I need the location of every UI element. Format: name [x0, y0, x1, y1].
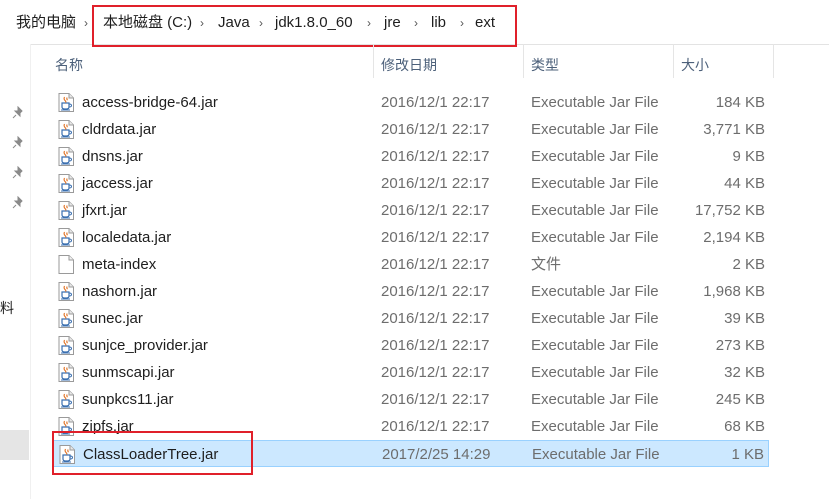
file-name: sunmscapi.jar	[82, 364, 175, 381]
column-separator[interactable]	[673, 44, 674, 78]
jar-icon	[58, 282, 74, 301]
file-size: 17,752 KB	[694, 202, 765, 219]
column-header-size[interactable]: 大小	[681, 52, 709, 78]
file-type: 文件	[531, 256, 562, 273]
file-size: 32 KB	[724, 364, 765, 381]
file-date: 2016/12/1 22:17	[381, 418, 490, 435]
file-type: Executable Jar File	[531, 121, 659, 138]
file-size: 1 KB	[731, 446, 764, 463]
file-row[interactable]: meta-index 2016/12/1 22:17 文件 2 KB	[53, 251, 769, 278]
nav-item-selected[interactable]	[0, 430, 29, 460]
file-date: 2017/2/25 14:29	[382, 446, 491, 463]
file-type: Executable Jar File	[532, 446, 660, 463]
pin-icon[interactable]	[11, 196, 25, 210]
pin-icon[interactable]	[11, 166, 25, 180]
file-date: 2016/12/1 22:17	[381, 202, 490, 219]
file-row[interactable]: sunjce_provider.jar 2016/12/1 22:17 Execut…	[53, 332, 769, 359]
jar-icon	[58, 174, 74, 193]
file-size: 9 KB	[732, 148, 765, 165]
file-type: Executable Jar File	[531, 148, 659, 165]
navigation-pane: 料	[0, 44, 31, 499]
file-date: 2016/12/1 22:17	[381, 283, 490, 300]
address-highlight-box	[92, 5, 517, 47]
file-name: sunjce_provider.jar	[82, 337, 208, 354]
file-name: sunec.jar	[82, 310, 143, 327]
file-name: cldrdata.jar	[82, 121, 157, 138]
file-name: meta-index	[82, 256, 157, 273]
file-size: 68 KB	[724, 418, 765, 435]
file-type: Executable Jar File	[531, 337, 659, 354]
jar-icon	[58, 228, 74, 247]
file-size: 3,771 KB	[703, 121, 765, 138]
file-size: 2,194 KB	[703, 229, 765, 246]
jar-icon	[58, 201, 74, 220]
jar-icon	[58, 309, 74, 328]
jar-icon	[58, 120, 74, 139]
file-date: 2016/12/1 22:17	[381, 391, 490, 408]
jar-icon	[58, 363, 74, 382]
file-row[interactable]: jaccess.jar 2016/12/1 22:17 Executable Jar…	[53, 170, 769, 197]
file-date: 2016/12/1 22:17	[381, 256, 490, 273]
file-row[interactable]: access-bridge-64.jar 2016/12/1 22:17 Execu…	[53, 89, 769, 116]
file-size: 44 KB	[724, 175, 765, 192]
file-type: Executable Jar File	[531, 391, 659, 408]
file-row[interactable]: sunec.jar 2016/12/1 22:17 Executable Jar F…	[53, 305, 769, 332]
pin-icon[interactable]	[11, 106, 25, 120]
file-date: 2016/12/1 22:17	[381, 175, 490, 192]
file-size: 39 KB	[724, 310, 765, 327]
nav-item-label[interactable]: 料	[0, 299, 14, 317]
file-name: access-bridge-64.jar	[82, 94, 218, 111]
file-row[interactable]: cldrdata.jar 2016/12/1 22:17 Executable Ja…	[53, 116, 769, 143]
file-date: 2016/12/1 22:17	[381, 229, 490, 246]
pin-icon[interactable]	[11, 136, 25, 150]
file-date: 2016/12/1 22:17	[381, 94, 490, 111]
column-separator[interactable]	[523, 44, 524, 78]
file-date: 2016/12/1 22:17	[381, 364, 490, 381]
file-row[interactable]: dnsns.jar 2016/12/1 22:17 Executable Jar F…	[53, 143, 769, 170]
chevron-right-icon[interactable]: ›	[84, 13, 88, 33]
file-type: Executable Jar File	[531, 310, 659, 327]
file-row[interactable]: sunpkcs11.jar 2016/12/1 22:17 Executable J…	[53, 386, 769, 413]
file-date: 2016/12/1 22:17	[381, 121, 490, 138]
file-date: 2016/12/1 22:17	[381, 148, 490, 165]
file-type: Executable Jar File	[531, 175, 659, 192]
file-type: Executable Jar File	[531, 364, 659, 381]
file-type: Executable Jar File	[531, 229, 659, 246]
file-row[interactable]: jfxrt.jar 2016/12/1 22:17 Executable Jar F…	[53, 197, 769, 224]
file-type: Executable Jar File	[531, 418, 659, 435]
file-name: jaccess.jar	[82, 175, 153, 192]
file-row[interactable]: sunmscapi.jar 2016/12/1 22:17 Executable J…	[53, 359, 769, 386]
file-size: 245 KB	[715, 391, 765, 408]
file-name: nashorn.jar	[82, 283, 158, 300]
jar-icon	[58, 147, 74, 166]
file-date: 2016/12/1 22:17	[381, 337, 490, 354]
file-type: Executable Jar File	[531, 283, 659, 300]
column-header-date[interactable]: 修改日期	[381, 52, 437, 78]
jar-icon	[58, 93, 74, 112]
file-row[interactable]: localedata.jar 2016/12/1 22:17 Executable …	[53, 224, 769, 251]
column-separator[interactable]	[773, 44, 774, 78]
jar-icon	[58, 336, 74, 355]
file-date: 2016/12/1 22:17	[381, 310, 490, 327]
selected-file-highlight-box	[52, 431, 253, 475]
file-name: localedata.jar	[82, 229, 172, 246]
file-row[interactable]: nashorn.jar 2016/12/1 22:17 Executable Jar…	[53, 278, 769, 305]
column-header-name[interactable]: 名称	[55, 52, 83, 78]
file-name: jfxrt.jar	[82, 202, 127, 219]
file-name: sunpkcs11.jar	[82, 391, 174, 408]
column-separator[interactable]	[373, 44, 374, 78]
breadcrumb-item-my-computer[interactable]: 我的电脑	[16, 13, 76, 33]
file-name: dnsns.jar	[82, 148, 143, 165]
column-header-type[interactable]: 类型	[531, 52, 559, 78]
file-size: 2 KB	[732, 256, 765, 273]
file-size: 1,968 KB	[703, 283, 765, 300]
file-type: Executable Jar File	[531, 202, 659, 219]
file-size: 273 KB	[715, 337, 765, 354]
file-type: Executable Jar File	[531, 94, 659, 111]
jar-icon	[58, 390, 74, 409]
file-icon	[58, 255, 74, 274]
file-size: 184 KB	[715, 94, 765, 111]
